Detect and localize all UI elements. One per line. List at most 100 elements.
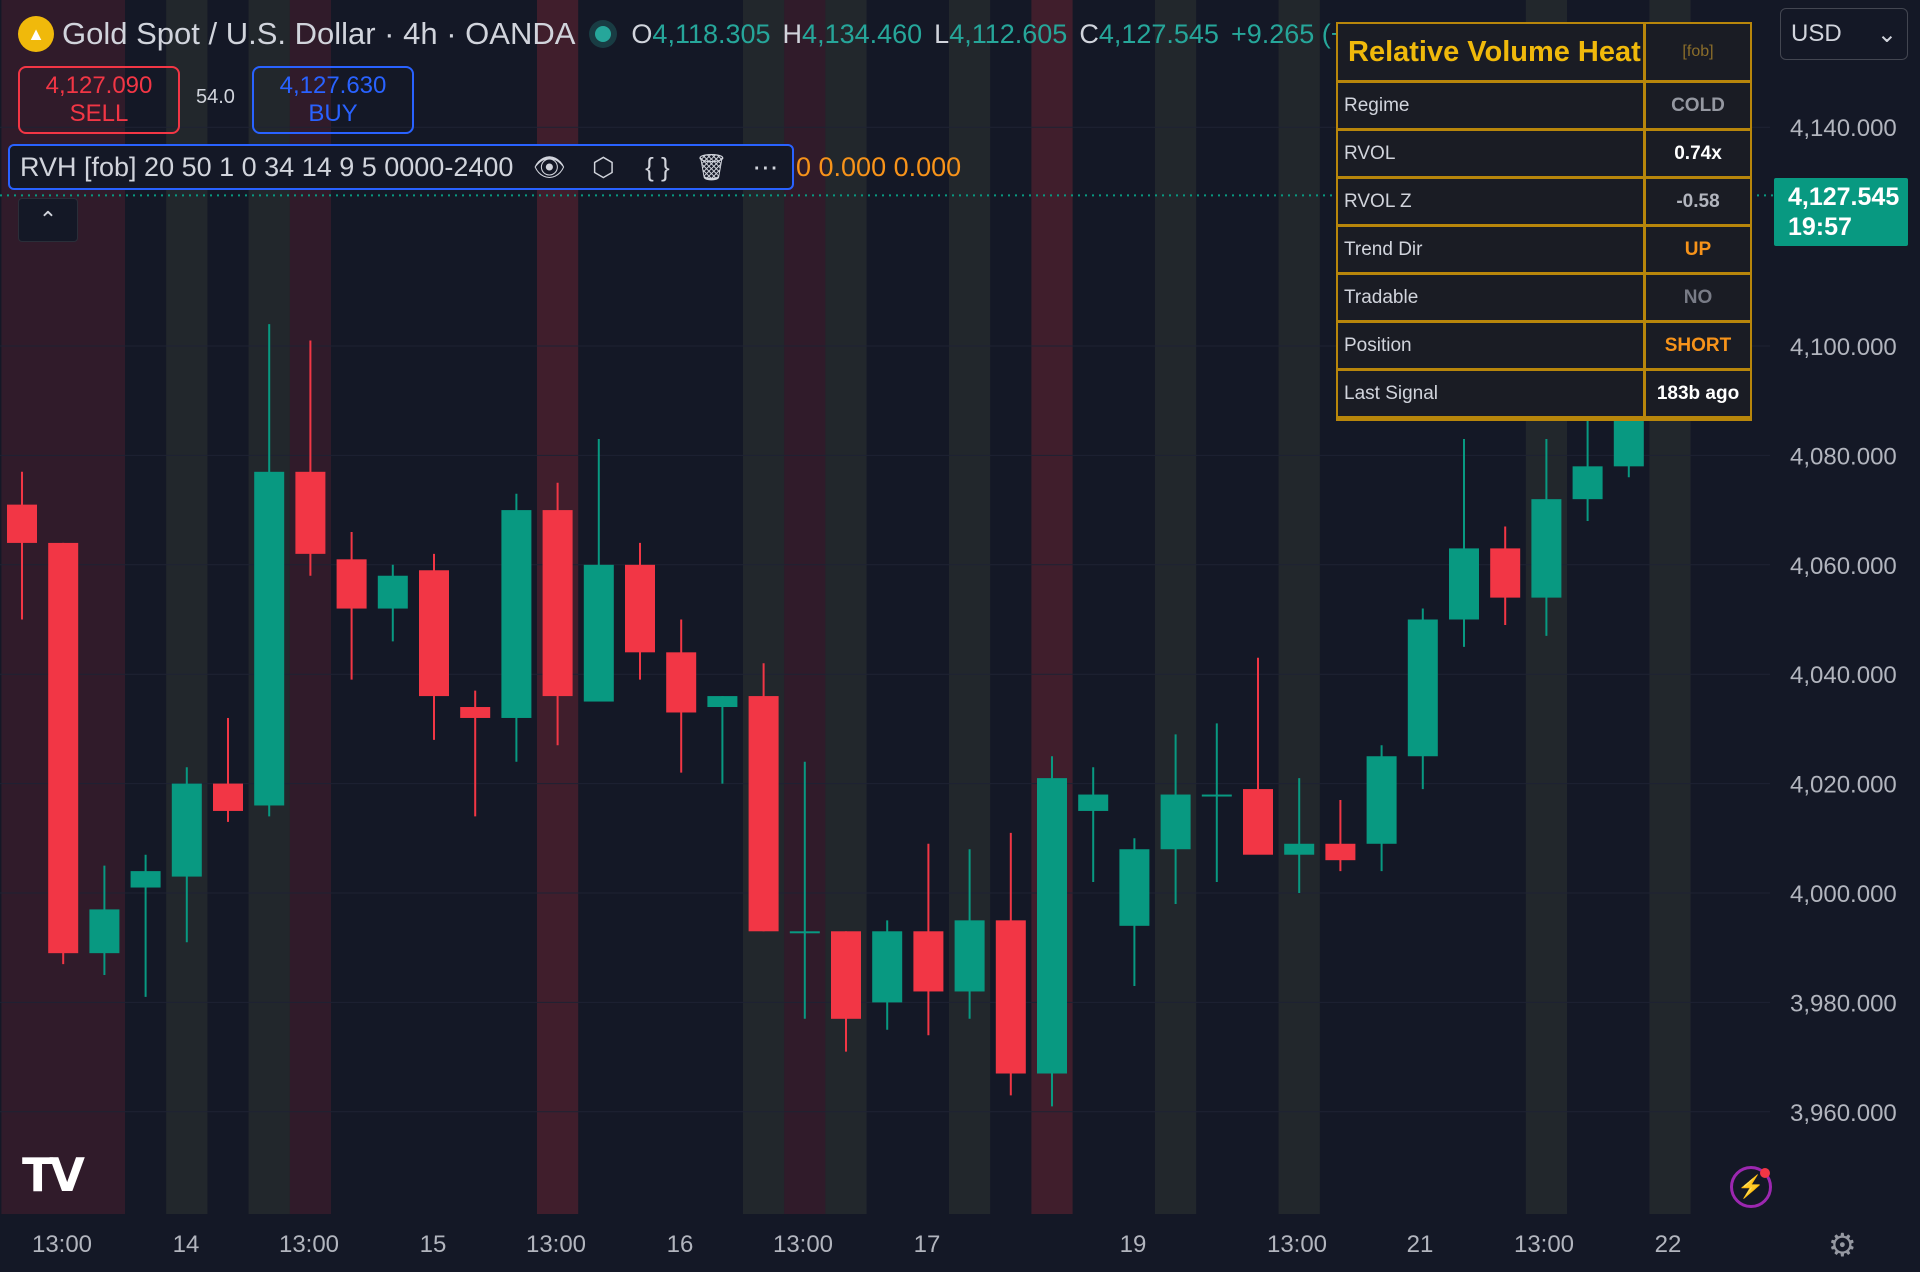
heat-band [1278,0,1320,1214]
open-label: O [631,18,653,49]
indicator-values: 0 0.000 0.000 [796,152,962,182]
high-value: 4,134.460 [802,18,923,49]
panel-row-label: RVOL Z [1338,179,1646,224]
candle-body [1284,843,1315,855]
time-tick-label: 16 [667,1231,694,1258]
panel-row-rvol-z: RVOL Z -0.58 [1338,179,1750,227]
low-value: 4,112.605 [949,18,1068,49]
indicator-legend[interactable]: RVH [fob] 20 50 1 0 34 14 9 5 0000-2400 … [8,144,794,190]
sell-price: 4,127.090 [45,72,153,99]
price-tick-label: 3,980.000 [1790,990,1897,1017]
price-tick-label: 4,140.000 [1790,115,1897,142]
time-tick-label: 15 [420,1231,447,1258]
time-tick-label: 13:00 [1514,1231,1574,1258]
panel-row-label: Last Signal [1338,371,1646,416]
candle-body [1490,548,1521,598]
candle-body [1243,789,1273,855]
time-tick-label: 13:00 [279,1231,339,1258]
candle-body [377,575,408,609]
notification-dot [1760,1168,1770,1178]
panel-row-label: Tradable [1338,275,1646,320]
candle-body [583,564,614,702]
spread-value: 54.0 [196,86,235,108]
market-status-icon[interactable] [595,26,612,42]
candle-body [501,510,532,718]
gold-coin-icon: ▲ [18,16,54,52]
candle-body [171,783,202,877]
price-tick-label: 4,060.000 [1790,553,1897,580]
ohlc-values: O4,118.305 H4,134.460 L4,112.605 C4,127.… [631,19,1432,50]
time-tick-label: 14 [173,1231,200,1258]
candle-body [1572,466,1603,500]
close-value: 4,127.545 [1098,18,1219,49]
candle-body [625,564,655,653]
relative-volume-heat-panel: Relative Volume Heat [fob] Regime COLD RVO… [1336,22,1752,421]
candle-body [1531,499,1562,598]
time-tick-label: 21 [1407,1231,1434,1258]
currency-label: USD [1791,20,1842,47]
candle-body [7,504,37,543]
high-label: H [782,18,803,49]
chevron-down-icon: ⌄ [1876,20,1897,48]
more-icon[interactable]: ⋯ [747,152,783,183]
panel-row-value: UP [1684,238,1712,260]
panel-row-value: 0.74x [1674,142,1722,164]
candle-body [872,931,903,1003]
candle-body [831,931,861,1019]
trash-icon[interactable]: 🗑 [693,152,729,183]
candle-body [913,931,944,992]
price-tick-label: 4,000.000 [1790,881,1897,908]
eye-icon[interactable]: 👁 [531,152,567,183]
candle-body [419,570,449,697]
source-code-icon[interactable]: { } [639,152,675,183]
last-price-tag: 4,127.545 19:57 [1774,178,1908,246]
time-tick-label: 13:00 [32,1231,92,1258]
candle-body [1201,794,1232,797]
candle-body [254,471,285,806]
candle-body [666,652,697,713]
panel-row-trend-dir: Trend Dir UP [1338,227,1750,275]
chevron-up-icon: ⌃ [38,207,58,232]
symbol-title[interactable]: Gold Spot / U.S. Dollar · 4h · OANDA [62,16,575,52]
panel-row-value: -0.58 [1676,190,1720,212]
panel-row-regime: Regime COLD [1338,83,1750,131]
price-tick-label: 4,100.000 [1790,334,1897,361]
buy-label: BUY [308,100,358,127]
tradingview-logo-icon[interactable]: TV [22,1148,85,1202]
symbol-header: ▲ Gold Spot / U.S. Dollar · 4h · OANDA O… [18,14,1432,54]
time-tick-label: 13:00 [773,1231,833,1258]
candle-body [89,909,120,954]
time-axis[interactable]: 13:00 14 13:00 15 13:00 16 13:00 17 19 13:00 21 13:… [32,1231,1681,1258]
candle-body [1078,794,1109,811]
collapse-legend-button[interactable]: ⌃ [18,198,78,242]
sell-button[interactable]: 4,127.090 SELL [18,66,180,134]
time-tick-label: 13:00 [526,1231,586,1258]
panel-row-value: COLD [1671,94,1725,116]
candle-body [213,783,243,811]
panel-title-row: Relative Volume Heat [fob] [1338,24,1750,83]
candle-body [1160,794,1191,850]
sell-label: SELL [69,100,129,127]
candle-body [460,707,491,718]
candle-body [995,920,1026,1074]
buy-button[interactable]: 4,127.630 BUY [252,66,414,134]
panel-row-position: Position SHORT [1338,323,1750,371]
indicator-title[interactable]: RVH [fob] 20 50 1 0 34 14 9 5 0000-2400 [20,152,513,183]
currency-select[interactable]: USD ⌄ [1780,8,1908,60]
candle-body [1407,619,1438,757]
settings-icon[interactable]: ⬡ [585,152,621,183]
chart-settings-icon[interactable]: ⚙ [1828,1226,1857,1264]
time-tick-label: 17 [914,1231,941,1258]
price-axis[interactable]: 4,140.000 4,100.000 4,080.000 4,060.000 4,04… [1790,115,1897,1127]
low-label: L [934,18,950,49]
time-tick-label: 13:00 [1267,1231,1327,1258]
bar-countdown: 19:57 [1788,213,1852,241]
panel-row-value: NO [1683,286,1713,308]
candle-body [748,696,779,932]
candle-body [954,920,985,992]
panel-row-label: Regime [1338,83,1646,128]
candle-body [48,542,79,954]
panel-title: Relative Volume Heat [1338,24,1646,80]
price-tick-label: 4,040.000 [1790,662,1897,689]
heat-band [1155,0,1197,1214]
